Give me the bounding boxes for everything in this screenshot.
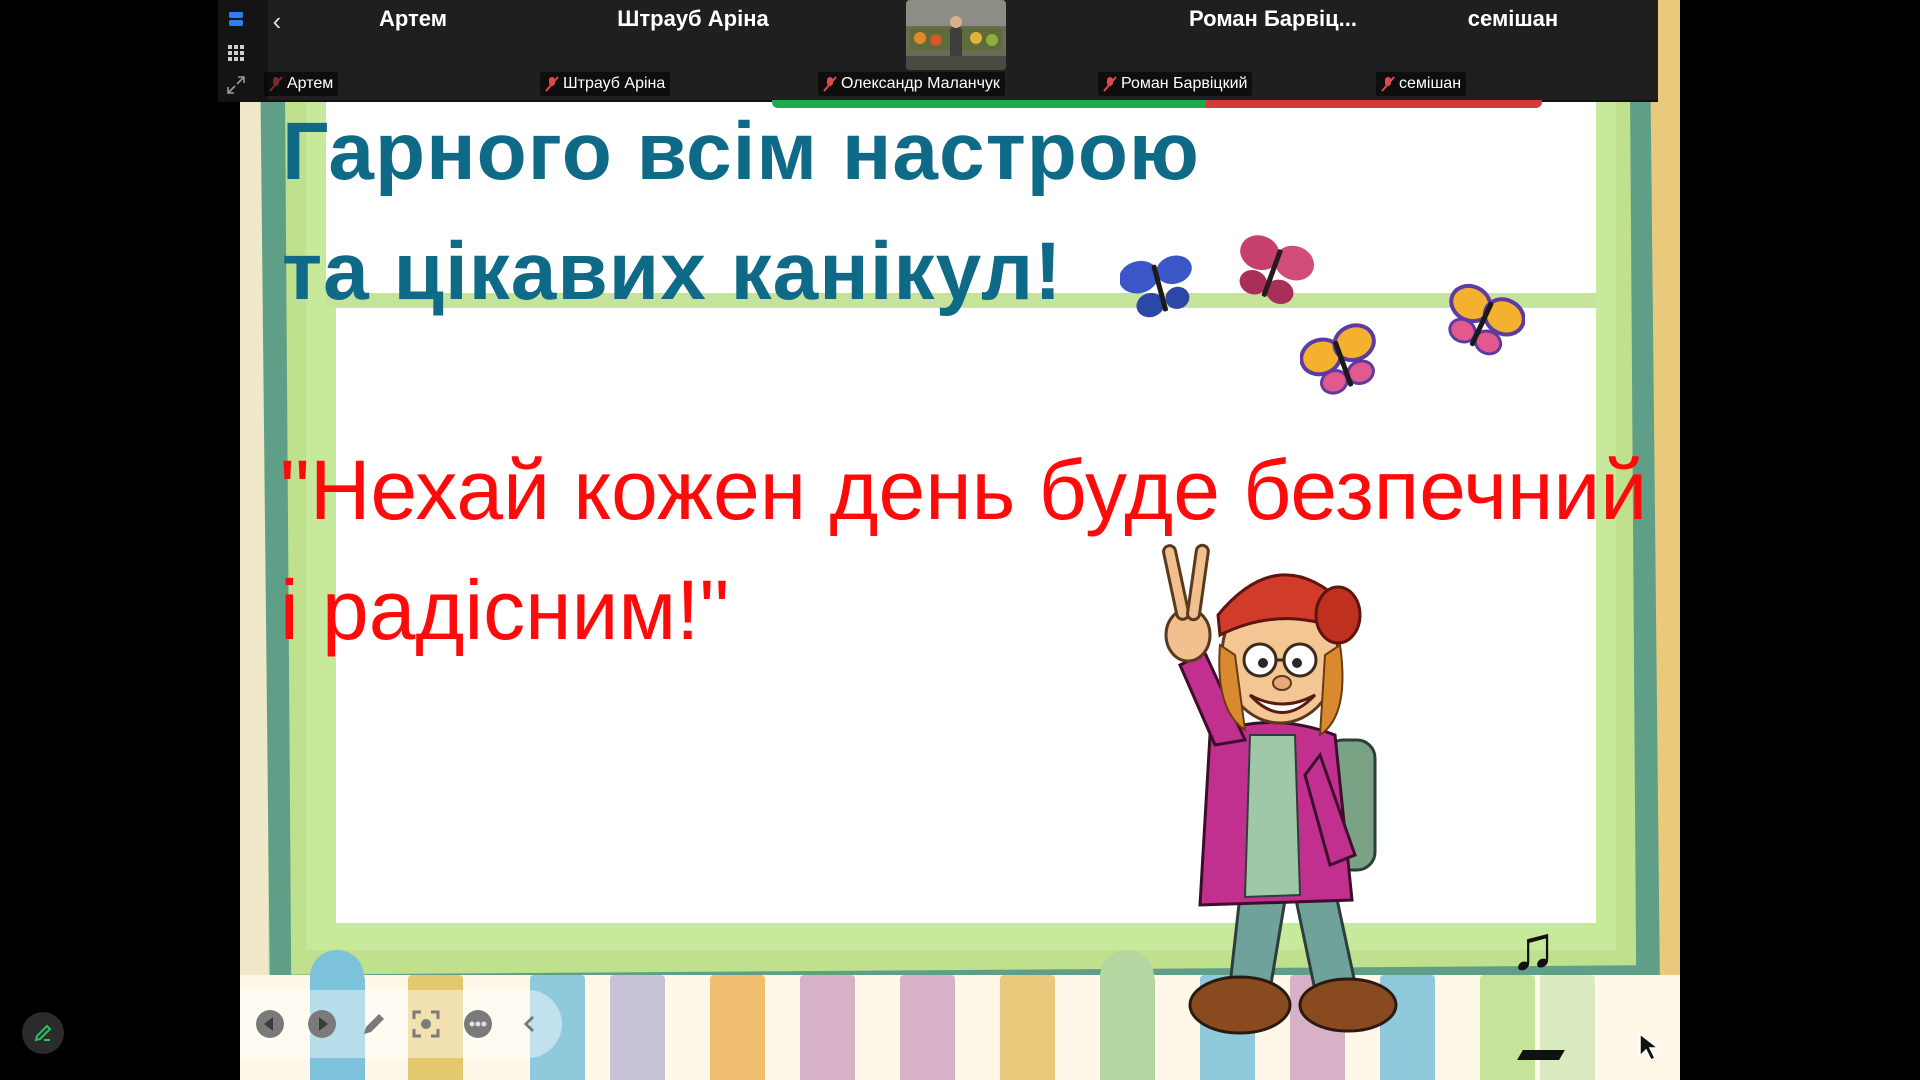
butterfly-pink	[1239, 235, 1315, 305]
participant-label: Штрауб Аріна	[540, 72, 671, 96]
previous-slide-button[interactable]	[248, 1002, 292, 1046]
participant-label-text: Роман Барвіцкий	[1121, 75, 1248, 92]
microphone-muted-icon	[1381, 76, 1395, 92]
participant-video-thumbnail[interactable]	[906, 0, 1006, 70]
butterfly-blue	[1120, 255, 1192, 318]
microphone-muted-icon	[823, 76, 837, 92]
fence-post	[610, 975, 665, 1080]
next-slide-icon	[308, 1010, 336, 1038]
butterfly-yellow	[1448, 283, 1525, 356]
slide-quote: "Нехай кожен день буде безпечний і радіс…	[280, 443, 1648, 657]
alert-speaker-bar	[1206, 100, 1542, 108]
fence-post	[1540, 975, 1595, 1080]
pen-button[interactable]	[352, 1002, 396, 1046]
participant-label: Роман Барвіцкий	[1098, 72, 1253, 96]
gallery-view-icon	[228, 45, 244, 61]
participant-label-text: Олександр Маланчук	[841, 75, 1000, 92]
participant-label: Артем	[264, 72, 339, 96]
more-options-button[interactable]	[456, 1002, 500, 1046]
video-frame	[906, 0, 1006, 70]
participant-label-text: Артем	[287, 75, 334, 92]
annotate-button[interactable]	[22, 1012, 64, 1054]
active-speaker-bar	[772, 100, 1206, 108]
expand-icon	[227, 76, 245, 94]
participant-label: Олександр Маланчук	[818, 72, 1005, 96]
microphone-muted-icon	[269, 76, 283, 92]
fence-post	[1480, 975, 1535, 1080]
annotate-pen-icon	[34, 1024, 52, 1042]
butterfly-yellow	[1300, 323, 1376, 395]
microphone-muted-icon	[1103, 76, 1117, 92]
more-options-icon	[464, 1010, 492, 1038]
participant-name: Штрауб Аріна	[617, 6, 769, 31]
participant-name: Роман Барвіц...	[1189, 6, 1357, 31]
gallery-view-button[interactable]	[218, 40, 254, 66]
fence-post	[800, 975, 855, 1080]
slide-heading: Гарного всім настрою та цікавих канікул!	[282, 106, 1200, 317]
participant-name: Артем	[378, 6, 448, 31]
presentation-toolbar	[240, 990, 562, 1058]
view-tools	[218, 0, 268, 100]
expand-button[interactable]	[218, 72, 254, 98]
cartoon-boy-illustration	[1162, 543, 1398, 1035]
speaker-view-button[interactable]	[218, 6, 254, 32]
collapse-toolbar-button[interactable]	[508, 1002, 552, 1046]
participant-label-text: семішан	[1399, 75, 1462, 92]
slide-mark	[1517, 1050, 1565, 1060]
cursor-icon	[1639, 1032, 1661, 1062]
next-slide-button[interactable]	[300, 1002, 344, 1046]
laser-pointer-button[interactable]	[404, 1002, 448, 1046]
speaker-view-icon	[229, 12, 243, 26]
fence-post	[710, 975, 765, 1080]
pen-icon	[364, 1014, 384, 1034]
music-note-icon[interactable]: ♫	[1510, 918, 1557, 980]
presentation-slide: Гарного всім настрою та цікавих канікул!…	[240, 0, 1680, 1080]
previous-slide-icon	[256, 1010, 284, 1038]
laser-pointer-icon	[412, 1010, 440, 1038]
participant-strip: ‹ Артем Артем Штрауб Аріна Штрауб Аріна	[218, 0, 1658, 108]
participant-label-text: Штрауб Аріна	[563, 75, 666, 92]
participant-label: семішан	[1376, 72, 1467, 96]
fence-post	[1000, 975, 1055, 1080]
microphone-muted-icon	[545, 76, 559, 92]
fence-post	[900, 975, 955, 1080]
participant-name: семішан	[1467, 6, 1559, 31]
chevron-left-icon	[523, 1015, 535, 1033]
